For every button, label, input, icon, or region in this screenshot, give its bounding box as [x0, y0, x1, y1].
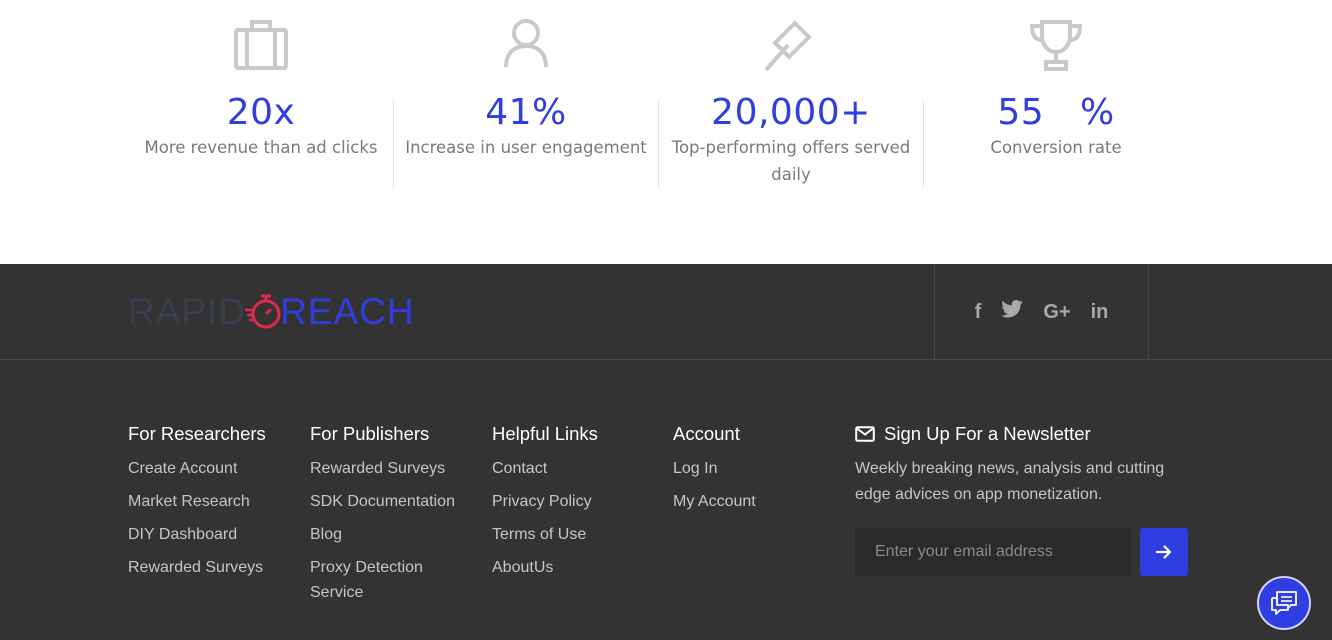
footer-link[interactable]: Rewarded Surveys	[128, 555, 266, 580]
footer-link[interactable]: Proxy Detection Service	[310, 555, 445, 605]
footer-link[interactable]: Privacy Policy	[492, 489, 598, 514]
footer-col-account: Account Log In My Account	[673, 424, 756, 522]
user-icon	[394, 18, 658, 76]
footer-col-publishers: For Publishers Rewarded Surveys SDK Docu…	[310, 424, 470, 613]
logo[interactable]: RAPID REACH	[128, 291, 415, 332]
footer-link[interactable]: Market Research	[128, 489, 266, 514]
gavel-icon	[659, 18, 923, 76]
newsletter-title: Sign Up For a Newsletter	[884, 423, 1091, 444]
stat-offers: 20,000+ Top-performing offers served dai…	[659, 18, 923, 188]
stat-label: Conversion rate	[990, 138, 1122, 157]
stats-section: 20x More revenue than ad clicks 41% Incr…	[0, 0, 1332, 264]
newsletter: Sign Up For a Newsletter Weekly breaking…	[855, 424, 1195, 576]
column-heading: Account	[673, 423, 740, 444]
newsletter-form	[855, 528, 1195, 576]
subscribe-button[interactable]	[1140, 528, 1188, 576]
column-heading: Helpful Links	[492, 423, 598, 444]
stat-revenue: 20x More revenue than ad clicks	[129, 18, 393, 161]
twitter-icon[interactable]	[1001, 300, 1024, 324]
column-heading: For Researchers	[128, 423, 266, 444]
logo-text-reach: REACH	[280, 291, 415, 332]
footer-link[interactable]: DIY Dashboard	[128, 522, 266, 547]
chat-bubble-icon	[1271, 591, 1297, 615]
footer-link[interactable]: Rewarded Surveys	[310, 456, 470, 481]
footer-col-researchers: For Researchers Create Account Market Re…	[128, 424, 266, 588]
footer-top-bar: RAPID REACH f G+ in	[0, 264, 1332, 360]
footer-link[interactable]: AboutUs	[492, 555, 598, 580]
google-plus-icon[interactable]: G+	[1043, 301, 1070, 324]
stat-value: 55 %	[997, 92, 1115, 133]
stat-label: More revenue than ad clicks	[144, 138, 378, 157]
facebook-icon[interactable]: f	[975, 301, 982, 324]
footer-link[interactable]: My Account	[673, 489, 756, 514]
stat-value: 41%	[485, 92, 567, 133]
logo-text-rapid: RAPID	[128, 291, 247, 332]
trophy-icon	[924, 18, 1188, 76]
stat-conversion: 55 % Conversion rate	[924, 18, 1188, 161]
social-links: f G+ in	[934, 264, 1149, 360]
stat-label: Increase in user engagement	[405, 138, 647, 157]
email-input[interactable]	[855, 528, 1130, 576]
stat-value: 20x	[226, 92, 296, 133]
linkedin-icon[interactable]: in	[1091, 301, 1109, 324]
stat-label: Top-performing offers served daily	[671, 138, 911, 184]
stopwatch-icon	[245, 294, 281, 329]
envelope-icon	[855, 426, 875, 442]
footer-link[interactable]: Create Account	[128, 456, 266, 481]
stat-engagement: 41% Increase in user engagement	[394, 18, 658, 161]
column-heading: For Publishers	[310, 423, 430, 444]
footer-link[interactable]: Contact	[492, 456, 598, 481]
chat-widget-button[interactable]	[1257, 576, 1311, 630]
footer-link[interactable]: SDK Documentation	[310, 489, 470, 514]
newsletter-heading: Sign Up For a Newsletter	[855, 424, 1195, 444]
footer-link[interactable]: Blog	[310, 522, 470, 547]
footer-link[interactable]: Log In	[673, 456, 756, 481]
newsletter-description: Weekly breaking news, analysis and cutti…	[855, 460, 1165, 503]
briefcase-icon	[129, 18, 393, 76]
footer: RAPID REACH f G+ in For Researchers Crea…	[0, 264, 1332, 640]
footer-link[interactable]: Terms of Use	[492, 522, 598, 547]
arrow-right-icon	[1156, 545, 1172, 559]
stat-value: 20,000+	[711, 92, 871, 133]
footer-col-helpful-links: Helpful Links Contact Privacy Policy Ter…	[492, 424, 598, 588]
